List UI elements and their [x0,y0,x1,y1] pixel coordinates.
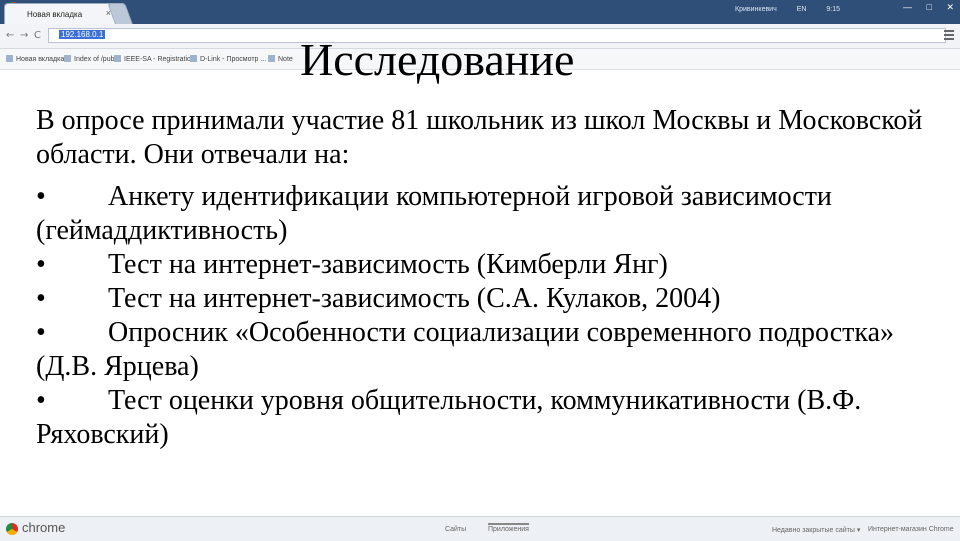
recently-closed-menu[interactable]: Недавно закрытые сайты ▾ [772,526,860,534]
list-item: • Тест на интернет-зависимость (С.А. Кула… [36,283,721,314]
reload-button[interactable]: C [34,30,41,41]
bookmark-item[interactable]: Index of /pub [64,55,114,63]
maximize-button[interactable]: □ [927,2,932,12]
bullet: • [36,385,46,416]
new-tab-footer: chrome Сайты Приложения Недавно закрытые… [0,516,960,541]
close-window-button[interactable]: ✕ [946,2,954,12]
intro-text: В опросе принимали участие 81 школьник и… [36,105,923,170]
page-icon [190,55,197,62]
language-indicator[interactable]: EN [797,6,807,13]
list-item: • Анкету идентификации компьютерной игров… [36,181,832,246]
slide-title: Исследование [300,34,575,85]
back-button[interactable]: ← [6,30,14,41]
page-icon [6,55,13,62]
tab-apps[interactable]: Приложения [488,523,529,533]
bullet: • [36,283,46,314]
slide-body: В опросе принимали участие 81 школьник и… [36,104,936,452]
page-icon [268,55,275,62]
bookmark-item[interactable]: IEEE-SA - Registratio... [114,55,197,63]
tab-sites[interactable]: Сайты [445,526,466,533]
list-item: • Опросник «Особенности социализации совр… [36,317,895,382]
url-text[interactable]: 192.168.0.1 [59,30,106,39]
list-item: • Тест оценки уровня общительности, комму… [36,385,862,450]
list-item: • Тест на интернет-зависимость (Кимберли … [36,249,668,280]
tab-title: Новая вкладка [27,10,83,19]
bullet: • [36,181,46,212]
user-name: Кривинкевич [735,6,777,13]
page-icon [64,55,71,62]
chrome-web-store-link[interactable]: Интернет-магазин Chrome [868,526,954,533]
minimize-button[interactable]: — [903,2,912,12]
window-info: Кривинкевич EN 9:15 [717,6,840,13]
bookmark-item[interactable]: Новая вкладка [6,55,64,63]
page-icon [114,55,121,62]
window-titlebar: Новая вкладка × Кривинкевич EN 9:15 — □ … [0,0,960,24]
forward-button[interactable]: → [20,30,28,41]
chrome-brand: chrome [22,520,66,535]
bookmark-item[interactable]: D-Link - Просмотр ... [190,55,266,63]
bullet: • [36,249,46,280]
bullet: • [36,317,46,348]
clock: 9:15 [826,6,840,13]
chrome-logo-icon [6,523,18,535]
menu-icon[interactable] [944,30,954,40]
window-controls: — □ ✕ [891,2,954,13]
bookmark-item[interactable]: Note [268,55,293,63]
